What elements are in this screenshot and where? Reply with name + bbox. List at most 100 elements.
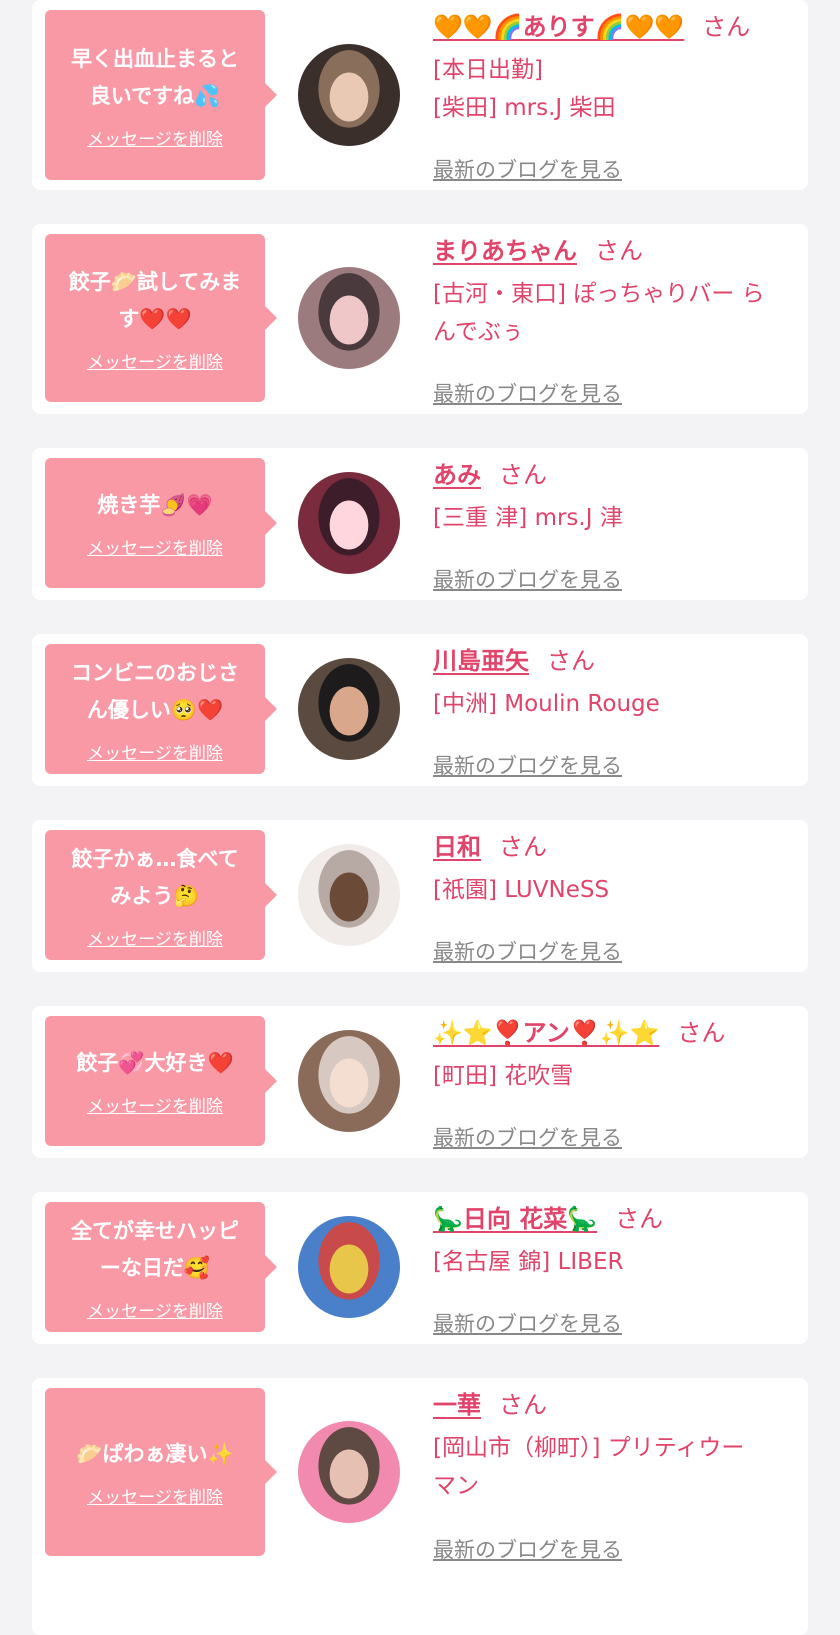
shop-line-2: んでぶぅ — [433, 319, 524, 345]
cast-info: まりあちゃん さん [古河・東口] ぽっちゃりバー ら んでぶぅ 最新のブログを見… — [433, 234, 790, 406]
honorific: さん — [702, 13, 751, 41]
shop-info: [町田] 花吹雪 — [433, 1057, 790, 1095]
message-line-1: 餃子かぁ…食べて — [71, 846, 239, 871]
shop-info: [岡山市（柳町）] プリティウー マン — [433, 1429, 790, 1505]
message-line-1: 焼き芋🍠💗 — [97, 493, 213, 517]
message-line-1: 🥟ぱわぁ凄い✨ — [76, 1442, 234, 1466]
latest-blog-link[interactable]: 最新のブログを見る — [433, 750, 622, 780]
delete-message-link[interactable]: メッセージを削除 — [87, 1297, 223, 1322]
honorific: さん — [615, 1205, 664, 1233]
delete-message-link[interactable]: メッセージを削除 — [87, 925, 223, 950]
avatar-face — [329, 1058, 369, 1108]
message-card: 焼き芋🍠💗 メッセージを削除 あみ さん [三重 津] mrs.J 津 最新のブロ… — [32, 448, 808, 600]
avatar-image — [298, 44, 400, 146]
cast-name-line: 🧡🧡🌈ありす🌈🧡🧡 さん — [433, 10, 790, 44]
shop-line-1: [古河・東口] ぽっちゃりバー ら — [433, 281, 765, 307]
avatar[interactable] — [298, 472, 400, 574]
shop-line-1: [三重 津] mrs.J 津 — [433, 505, 623, 531]
cast-name-link[interactable]: 川島亜矢 — [433, 647, 529, 675]
cast-name-link[interactable]: まりあちゃん — [433, 237, 577, 265]
message-card: 早く出血止まると 良いですね💦 メッセージを削除 🧡🧡🌈ありす🌈🧡🧡 さん [本日… — [32, 0, 808, 190]
message-line-1: 餃子🥟試してみま — [68, 269, 242, 294]
message-line-2: す❤️❤️ — [118, 306, 192, 331]
cast-name-line: あみ さん — [433, 458, 790, 492]
message-card: 全てが幸せハッピ ーな日だ🥰 メッセージを削除 🦕日向 花菜🦕 さん [名古屋 錦… — [32, 1192, 808, 1344]
message-text: 🥟ぱわぁ凄い✨ — [76, 1436, 233, 1473]
latest-blog-link[interactable]: 最新のブログを見る — [433, 1122, 622, 1152]
message-card: 餃子💞大好き❤️ メッセージを削除 ✨⭐❣️アン❣️✨⭐ さん [町田] 花吹雪 … — [32, 1006, 808, 1158]
message-bubble: 早く出血止まると 良いですね💦 メッセージを削除 — [45, 10, 277, 180]
avatar[interactable] — [298, 1030, 400, 1132]
shop-line-1: [岡山市（柳町）] プリティウー — [433, 1435, 745, 1461]
message-line-1: 餃子💞大好き❤️ — [76, 1051, 234, 1075]
cast-name-line: 一華 さん — [433, 1388, 790, 1422]
avatar-image — [298, 844, 400, 946]
message-bubble: コンビニのおじさ ん優しい🥺❤️ メッセージを削除 — [45, 644, 277, 774]
message-text: 餃子💞大好き❤️ — [76, 1045, 233, 1082]
avatar[interactable] — [298, 658, 400, 760]
message-line-2: ん優しい🥺❤️ — [86, 697, 224, 722]
cast-name-line: 🦕日向 花菜🦕 さん — [433, 1202, 790, 1236]
latest-blog-link[interactable]: 最新のブログを見る — [433, 154, 622, 184]
delete-message-link[interactable]: メッセージを削除 — [87, 739, 223, 764]
delete-message-link[interactable]: メッセージを削除 — [87, 1092, 223, 1117]
message-card: コンビニのおじさ ん優しい🥺❤️ メッセージを削除 川島亜矢 さん [中洲] Mo… — [32, 634, 808, 786]
avatar[interactable] — [298, 1421, 400, 1523]
latest-blog-link[interactable]: 最新のブログを見る — [433, 1308, 622, 1338]
avatar-image — [298, 472, 400, 574]
latest-blog-link[interactable]: 最新のブログを見る — [433, 936, 622, 966]
cast-name-link[interactable]: 日和 — [433, 833, 481, 861]
latest-blog-link[interactable]: 最新のブログを見る — [433, 378, 622, 408]
message-line-2: みよう🤔 — [110, 883, 200, 908]
avatar-image — [298, 1216, 400, 1318]
delete-message-link[interactable]: メッセージを削除 — [87, 534, 223, 559]
message-text: 餃子🥟試してみま す❤️❤️ — [69, 264, 242, 338]
delete-message-link[interactable]: メッセージを削除 — [87, 1483, 223, 1508]
latest-blog-link[interactable]: 最新のブログを見る — [433, 564, 622, 594]
shop-line-2: [柴田] mrs.J 柴田 — [433, 95, 616, 121]
message-text: コンビニのおじさ ん優しい🥺❤️ — [71, 655, 239, 729]
cast-name-line: 日和 さん — [433, 830, 790, 864]
shop-line-1: [名古屋 錦] LIBER — [433, 1249, 624, 1275]
shop-line-1: [中洲] Moulin Rouge — [433, 691, 660, 717]
cast-name-link[interactable]: ✨⭐❣️アン❣️✨⭐ — [433, 1019, 659, 1047]
cast-name-link[interactable]: 🧡🧡🌈ありす🌈🧡🧡 — [433, 13, 684, 41]
cast-name-line: ✨⭐❣️アン❣️✨⭐ さん — [433, 1016, 790, 1050]
message-text: 全てが幸せハッピ ーな日だ🥰 — [71, 1213, 239, 1287]
shop-info: [名古屋 錦] LIBER — [433, 1243, 790, 1281]
shop-info: [本日出勤] [柴田] mrs.J 柴田 — [433, 51, 790, 127]
avatar-face — [329, 1244, 369, 1294]
honorific: さん — [547, 647, 595, 675]
message-bubble: 🥟ぱわぁ凄い✨ メッセージを削除 — [45, 1388, 277, 1556]
cast-info: 川島亜矢 さん [中洲] Moulin Rouge 最新のブログを見る — [433, 644, 790, 778]
message-bubble: 餃子🥟試してみま す❤️❤️ メッセージを削除 — [45, 234, 277, 402]
latest-blog-link[interactable]: 最新のブログを見る — [433, 1534, 622, 1564]
cast-name-link[interactable]: あみ — [433, 461, 481, 489]
shop-info: [古河・東口] ぽっちゃりバー ら んでぶぅ — [433, 275, 790, 351]
message-line-2: 良いですね💦 — [89, 83, 221, 108]
message-line-2: ーな日だ🥰 — [99, 1255, 211, 1280]
honorific: さん — [499, 833, 547, 861]
delete-message-link[interactable]: メッセージを削除 — [87, 125, 223, 150]
cast-name-link[interactable]: 🦕日向 花菜🦕 — [433, 1205, 597, 1233]
honorific: さん — [595, 237, 643, 265]
cast-info: 🦕日向 花菜🦕 さん [名古屋 錦] LIBER 最新のブログを見る — [433, 1202, 790, 1336]
shop-line-1: [祇園] LUVNeSS — [433, 877, 610, 903]
message-text: 焼き芋🍠💗 — [97, 487, 212, 524]
cast-name-link[interactable]: 一華 — [433, 1391, 481, 1419]
avatar[interactable] — [298, 44, 400, 146]
avatar-face — [329, 686, 369, 736]
shop-line-2: マン — [433, 1473, 479, 1499]
shop-info: [祇園] LUVNeSS — [433, 871, 790, 909]
avatar[interactable] — [298, 1216, 400, 1318]
avatar[interactable] — [298, 267, 400, 369]
message-bubble: 焼き芋🍠💗 メッセージを削除 — [45, 458, 277, 588]
message-card: 餃子かぁ…食べて みよう🤔 メッセージを削除 日和 さん [祇園] LUVNeSS… — [32, 820, 808, 972]
avatar-face — [329, 1449, 369, 1499]
cast-name-line: まりあちゃん さん — [433, 234, 790, 268]
message-text: 早く出血止まると 良いですね💦 — [71, 41, 239, 115]
avatar-face — [329, 295, 369, 345]
shop-info: [中洲] Moulin Rouge — [433, 685, 790, 723]
avatar[interactable] — [298, 844, 400, 946]
delete-message-link[interactable]: メッセージを削除 — [87, 348, 223, 373]
